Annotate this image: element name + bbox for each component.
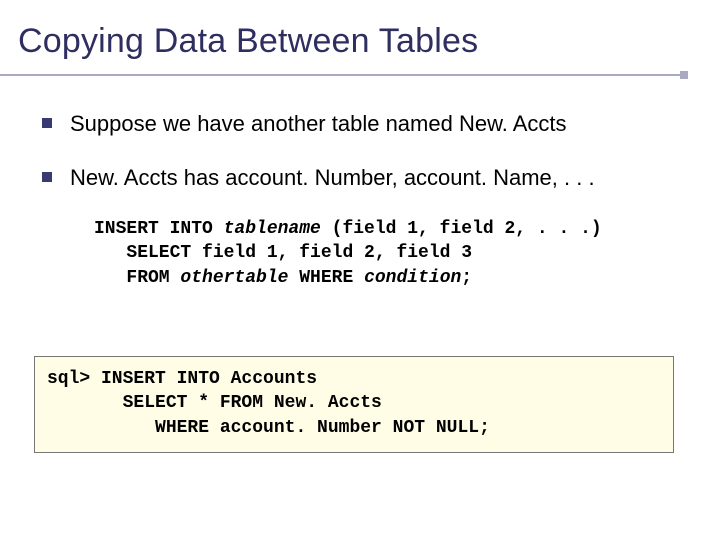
code-line: SELECT field 1, field 2, field 3 — [94, 243, 472, 263]
sql-line: sql> INSERT INTO Accounts — [47, 369, 317, 389]
bullet-item: New. Accts has account. Number, account.… — [42, 164, 682, 192]
slide-title: Copying Data Between Tables — [18, 22, 478, 61]
code-line: FROM othertable WHERE condition; — [94, 268, 472, 288]
body: Suppose we have another table named New.… — [42, 110, 682, 290]
title-block: Copying Data Between Tables — [18, 22, 478, 61]
sql-line: WHERE account. Number NOT NULL; — [47, 418, 490, 438]
sql-line: SELECT * FROM New. Accts — [47, 393, 382, 413]
code-line: INSERT INTO tablename (field 1, field 2,… — [94, 219, 602, 239]
code-template: INSERT INTO tablename (field 1, field 2,… — [94, 217, 682, 290]
square-bullet-icon — [42, 118, 52, 128]
square-bullet-icon — [42, 172, 52, 182]
bullet-text: New. Accts has account. Number, account.… — [70, 164, 595, 192]
slide: Copying Data Between Tables Suppose we h… — [0, 0, 720, 540]
bullet-item: Suppose we have another table named New.… — [42, 110, 682, 138]
title-underline — [0, 74, 684, 76]
bullet-text: Suppose we have another table named New.… — [70, 110, 567, 138]
sql-example-box: sql> INSERT INTO Accounts SELECT * FROM … — [34, 356, 674, 453]
